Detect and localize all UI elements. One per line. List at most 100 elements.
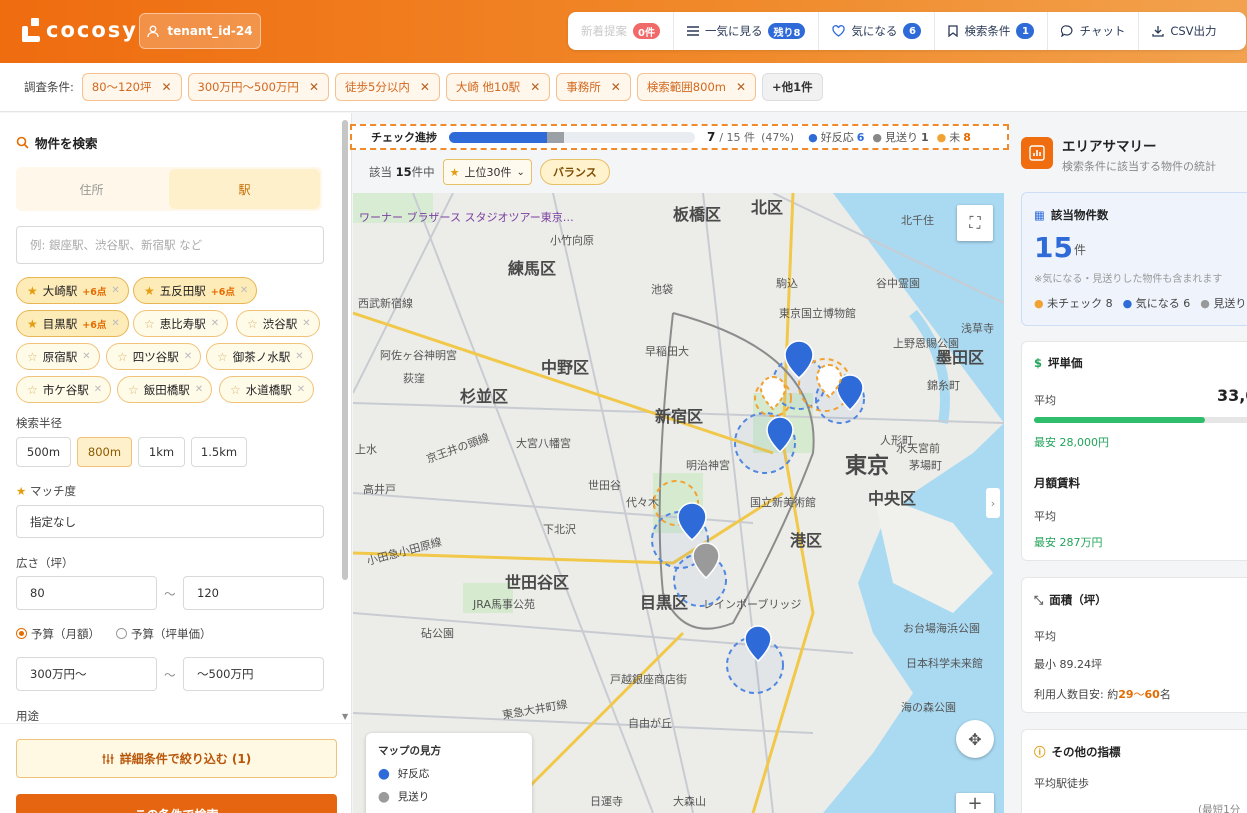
close-icon[interactable]: ✕ — [420, 80, 430, 94]
close-icon[interactable]: ✕ — [611, 80, 621, 94]
star-outline-icon[interactable]: ☆ — [117, 350, 128, 364]
radius-option[interactable]: 500m — [16, 437, 71, 467]
close-icon[interactable]: ✕ — [195, 384, 203, 395]
other-metrics-card: ⓘ その他の指標 平均駅徒歩 (最短1分 — [1021, 729, 1247, 813]
close-icon[interactable]: ✕ — [161, 80, 171, 94]
budget-max-input[interactable]: 〜500万円 — [183, 657, 324, 691]
star-icon[interactable]: ★ — [27, 317, 38, 331]
station-chip[interactable]: ☆ 恵比寿駅 ✕ — [133, 310, 229, 337]
new-proposals-button[interactable]: 新着提案 0件 — [568, 12, 674, 50]
close-icon[interactable]: ✕ — [111, 285, 119, 296]
condition-chip[interactable]: 徒歩5分以内 ✕ — [335, 73, 440, 101]
area-max-input[interactable]: 120 — [183, 576, 324, 610]
radius-option[interactable]: 1.5km — [191, 437, 247, 467]
close-icon[interactable]: ✕ — [211, 318, 219, 329]
station-chip[interactable]: ★ 目黒駅 +6点 ✕ — [16, 310, 129, 337]
close-icon[interactable]: ✕ — [94, 384, 102, 395]
sidebar-scrollbar[interactable] — [342, 120, 348, 580]
condition-chip[interactable]: 大崎 他10駅 ✕ — [445, 73, 551, 101]
budget-tsubo-label: 予算（坪単価） — [131, 627, 212, 641]
map-label: 高井戸 — [363, 482, 396, 496]
star-outline-icon[interactable]: ☆ — [247, 317, 258, 331]
station-chip[interactable]: ☆ 飯田橋駅 ✕ — [117, 376, 213, 403]
station-chip[interactable]: ☆ 原宿駅 ✕ — [16, 343, 100, 370]
star-outline-icon[interactable]: ☆ — [128, 383, 139, 397]
map-label: 早稲田大 — [645, 344, 689, 358]
station-chip[interactable]: ☆ 渋谷駅 ✕ — [236, 310, 320, 337]
condition-chip[interactable]: 300万円〜500万円 ✕ — [187, 73, 329, 101]
rent-min: 最安 287万円 — [1034, 536, 1103, 549]
detail-filter-button[interactable]: 詳細条件で絞り込む (1) — [16, 739, 337, 778]
bulk-view-label: 一気に見る — [704, 24, 763, 38]
fullscreen-icon[interactable]: ⛶ — [957, 205, 993, 241]
count-unit: 件 — [1074, 243, 1087, 257]
star-outline-icon[interactable]: ☆ — [144, 317, 155, 331]
star-outline-icon[interactable]: ☆ — [27, 383, 38, 397]
scroll-down-icon[interactable]: ▼ — [342, 712, 350, 721]
condition-chip[interactable]: 事務所 ✕ — [556, 73, 631, 101]
station-chip[interactable]: ☆ 御茶ノ水駅 ✕ — [206, 343, 313, 370]
star-icon[interactable]: ★ — [27, 284, 38, 298]
tab-station[interactable]: 駅 — [169, 169, 320, 209]
good-count: 6 — [856, 130, 865, 144]
tenant-button[interactable]: tenant_id-24 — [139, 13, 261, 49]
recenter-icon[interactable]: ✥ — [956, 720, 994, 758]
top-n-select[interactable]: ★ 上位30件 ⌄ — [442, 159, 532, 185]
station-chip[interactable]: ☆ 市ケ谷駅 ✕ — [16, 376, 112, 403]
station-chip[interactable]: ☆ 四ツ谷駅 ✕ — [106, 343, 202, 370]
map-label: 東京国立博物館 — [779, 306, 856, 320]
close-icon[interactable]: ✕ — [309, 80, 319, 94]
star-outline-icon[interactable]: ☆ — [217, 350, 228, 364]
zoom-in-icon[interactable]: + — [956, 793, 994, 813]
search-button[interactable]: この条件で検索 — [16, 794, 337, 813]
close-icon[interactable]: ✕ — [111, 318, 119, 329]
radius-option-selected[interactable]: 800m — [77, 437, 132, 467]
sidebar-title-text: 物件を検索 — [35, 136, 98, 151]
match-select[interactable]: 指定なし — [16, 505, 324, 538]
close-icon[interactable]: ✕ — [295, 351, 303, 362]
close-icon[interactable]: ✕ — [184, 351, 192, 362]
map-canvas[interactable]: 板橋区 北区 練馬区 中野区 杉並区 新宿区 東京 中央区 港区 世田谷区 目黒… — [353, 193, 1004, 813]
more-conditions-button[interactable]: +他1件 — [762, 73, 823, 101]
close-icon[interactable]: ✕ — [82, 351, 90, 362]
close-icon[interactable]: ✕ — [530, 80, 540, 94]
condition-chip[interactable]: 検索範囲800m ✕ — [636, 73, 757, 101]
star-icon[interactable]: ★ — [144, 284, 155, 298]
map-label: 下北沢 — [543, 522, 576, 536]
close-icon[interactable]: ✕ — [302, 318, 310, 329]
area-label: 広さ（坪） — [16, 556, 74, 570]
station-search-input[interactable]: 例: 銀座駅、渋谷駅、新宿駅 など — [16, 226, 324, 264]
map-label: 浅草寺 — [961, 322, 994, 335]
area-min-input[interactable]: 80 — [16, 576, 157, 610]
close-icon[interactable]: ✕ — [240, 285, 248, 296]
close-icon[interactable]: ✕ — [297, 384, 305, 395]
budget-monthly-radio[interactable]: 予算（月額） — [16, 626, 100, 642]
user-icon — [147, 25, 160, 37]
star-outline-icon[interactable]: ☆ — [27, 350, 38, 364]
csv-export-button[interactable]: CSV出力 — [1139, 12, 1229, 50]
close-icon[interactable]: ✕ — [736, 80, 746, 94]
top-n-label: 上位30件 — [464, 166, 512, 179]
pin-icon: ⬤ — [378, 767, 390, 780]
tab-address[interactable]: 住所 — [16, 167, 167, 211]
radius-option[interactable]: 1km — [138, 437, 185, 467]
condition-chip[interactable]: 80〜120坪 ✕ — [81, 73, 182, 101]
bulk-view-button[interactable]: 一気に見る 残り8 — [674, 12, 820, 50]
station-chip[interactable]: ☆ 水道橋駅 ✕ — [219, 376, 315, 403]
star-outline-icon[interactable]: ☆ — [230, 383, 241, 397]
budget-tsubo-radio[interactable]: 予算（坪単価） — [116, 626, 212, 642]
other-title-text: その他の指標 — [1051, 745, 1121, 759]
search-conditions-button[interactable]: 検索条件 1 — [935, 12, 1049, 50]
station-chip[interactable]: ★ 大崎駅 +6点 ✕ — [16, 277, 129, 304]
map-label: 小竹向原 — [550, 233, 594, 247]
station-chip[interactable]: ★ 五反田駅 +6点 ✕ — [133, 277, 258, 304]
chat-button[interactable]: チャット — [1048, 12, 1140, 50]
balance-pill[interactable]: バランス — [539, 159, 610, 185]
logo[interactable]: cocosy — [22, 18, 138, 42]
chevron-right-icon[interactable]: › — [986, 488, 1000, 518]
favorites-button[interactable]: 気になる 6 — [819, 12, 936, 50]
map-label: お台場海浜公園 — [903, 621, 980, 635]
map-svg: 板橋区 北区 練馬区 中野区 杉並区 新宿区 東京 中央区 港区 世田谷区 目黒… — [353, 193, 1004, 813]
app-header: cocosy tenant_id-24 新着提案 0件 一気に見る 残り8 気に… — [0, 0, 1247, 63]
budget-min-input[interactable]: 300万円〜 — [16, 657, 157, 691]
